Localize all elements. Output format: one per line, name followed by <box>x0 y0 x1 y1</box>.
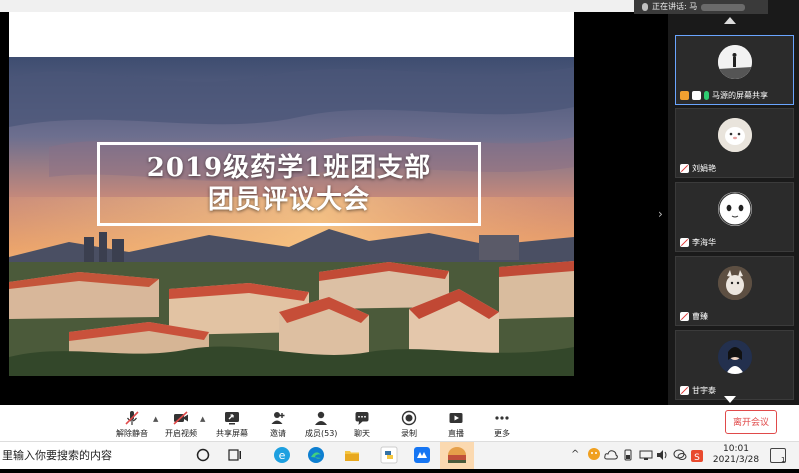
participant-tile[interactable]: 曹臻 <box>675 256 794 326</box>
invite-label: 邀请 <box>270 429 286 438</box>
mic-off-icon <box>680 164 689 173</box>
active-app-highlight[interactable] <box>440 442 474 469</box>
taskbar-search-input[interactable]: 里输入你要搜索的内容 <box>0 442 180 469</box>
chevron-up-icon[interactable]: ▲ <box>153 415 158 423</box>
record-label: 录制 <box>401 429 417 438</box>
speaking-label: 正在讲话: 马 <box>652 2 698 11</box>
members-label: 成员(53) <box>305 429 338 438</box>
share-screen-button[interactable]: 共享屏幕 <box>216 407 248 439</box>
leave-meeting-button[interactable]: 离开会议 <box>725 410 777 434</box>
tile-name-bar: 甘宇泰 <box>680 385 716 396</box>
cloud-icon[interactable] <box>604 449 618 464</box>
blurred-name <box>701 3 746 11</box>
share-top-strip <box>0 0 668 12</box>
host-icon <box>680 91 689 100</box>
chevron-up-icon[interactable]: ^ <box>571 449 579 460</box>
clock-date: 2021/3/28 <box>712 455 760 465</box>
slide-title-frame: 2019级药学1班团支部 团员评议大会 <box>97 142 481 226</box>
file-explorer-icon[interactable] <box>343 446 361 464</box>
wechat-icon[interactable] <box>673 449 687 464</box>
mic-off-icon <box>680 312 689 321</box>
task-view-icon[interactable] <box>226 446 244 464</box>
add-user-icon <box>271 412 285 424</box>
avatar <box>718 118 752 152</box>
participant-tile[interactable]: 李海华 <box>675 182 794 252</box>
screen-share-icon <box>692 91 701 100</box>
unmute-button[interactable]: 解除静音 <box>116 407 148 439</box>
chat-icon <box>355 412 369 425</box>
participant-name: 刘娟艳 <box>692 164 716 173</box>
tile-name-bar: 曹臻 <box>680 311 708 322</box>
slide-title-line2: 团员评议大会 <box>207 185 370 215</box>
participant-name: 李海华 <box>692 238 716 247</box>
app-tray-icon[interactable] <box>587 447 601 464</box>
participant-gallery: 正在讲话: 马 马源的屏幕共享 刘娟艳 李海华 曹臻 甘宇泰 <box>634 0 799 405</box>
live-stream-icon <box>449 413 463 423</box>
svg-text:e: e <box>279 449 286 462</box>
gallery-scroll-down-icon[interactable] <box>724 396 736 403</box>
taskbar-clock[interactable]: 10:01 2021/3/28 <box>711 444 761 466</box>
clock-time: 10:01 <box>723 444 749 454</box>
mic-off-icon <box>680 386 689 395</box>
tile-name-bar: 刘娟艳 <box>680 163 716 174</box>
svg-text:S: S <box>694 453 700 463</box>
video-off-icon <box>173 411 188 425</box>
slide-title-line1: 2019级药学1班团支部 <box>146 153 432 183</box>
record-icon <box>401 410 417 426</box>
mic-muted-icon <box>125 411 139 425</box>
input-method-icon[interactable]: S <box>690 449 704 466</box>
participant-name: 马源的屏幕共享 <box>712 91 768 100</box>
share-screen-label: 共享屏幕 <box>216 429 248 438</box>
more-icon <box>495 416 509 420</box>
invite-button[interactable]: 邀请 <box>270 407 286 439</box>
share-screen-icon <box>225 412 239 425</box>
speaker-icon[interactable] <box>656 449 670 464</box>
python-app-icon[interactable] <box>380 446 398 464</box>
mic-off-icon <box>680 238 689 247</box>
meeting-toolbar: 解除静音 ▲ 开启视频 ▲ 共享屏幕 邀请 成员(53) 聊天 录制 直播 更多 <box>0 405 799 441</box>
live-button[interactable]: 直播 <box>448 407 464 439</box>
avatar <box>718 340 752 374</box>
avatar <box>718 192 752 226</box>
gallery-scroll-up-icon[interactable] <box>724 17 736 24</box>
members-button[interactable]: 成员(53) <box>305 407 337 439</box>
more-button[interactable]: 更多 <box>494 407 510 439</box>
ie-browser-icon[interactable]: e <box>273 446 291 464</box>
notification-count-badge: 1 <box>781 456 786 464</box>
start-video-button[interactable]: 开启视频 <box>165 407 197 439</box>
live-label: 直播 <box>448 429 464 438</box>
microphone-icon <box>704 91 709 100</box>
members-icon <box>315 411 328 425</box>
participant-name: 甘宇泰 <box>692 386 716 395</box>
chevron-up-icon[interactable]: ▲ <box>200 415 205 423</box>
windows-taskbar: 里输入你要搜索的内容 e ^ S 10:01 2021/3/28 1 <box>0 441 799 469</box>
participant-tile-screenshare[interactable]: 马源的屏幕共享 <box>675 35 794 105</box>
chat-button[interactable]: 聊天 <box>354 407 370 439</box>
avatar <box>718 266 752 300</box>
participant-name: 曹臻 <box>692 312 708 321</box>
speaking-indicator: 正在讲话: 马 <box>634 0 768 14</box>
chat-label: 聊天 <box>354 429 370 438</box>
tile-name-bar: 李海华 <box>680 237 716 248</box>
chevron-right-icon[interactable]: › <box>658 207 663 221</box>
start-video-label: 开启视频 <box>165 429 197 438</box>
network-icon[interactable] <box>639 449 653 464</box>
edge-browser-icon[interactable] <box>307 446 325 464</box>
tile-name-bar: 马源的屏幕共享 <box>680 90 768 101</box>
avatar <box>718 45 752 79</box>
cortana-icon[interactable] <box>194 446 212 464</box>
participant-tile[interactable]: 刘娟艳 <box>675 108 794 178</box>
presentation-slide: 2019级药学1班团支部 团员评议大会 <box>9 12 574 376</box>
meeting-app-icon[interactable] <box>413 446 431 464</box>
more-label: 更多 <box>494 429 510 438</box>
microphone-icon <box>642 3 648 11</box>
participant-tile[interactable]: 甘宇泰 <box>675 330 794 400</box>
record-button[interactable]: 录制 <box>401 407 417 439</box>
shared-screen-area: 2019级药学1班团支部 团员评议大会 › <box>0 0 668 405</box>
battery-icon[interactable] <box>622 449 634 464</box>
unmute-label: 解除静音 <box>116 429 148 438</box>
